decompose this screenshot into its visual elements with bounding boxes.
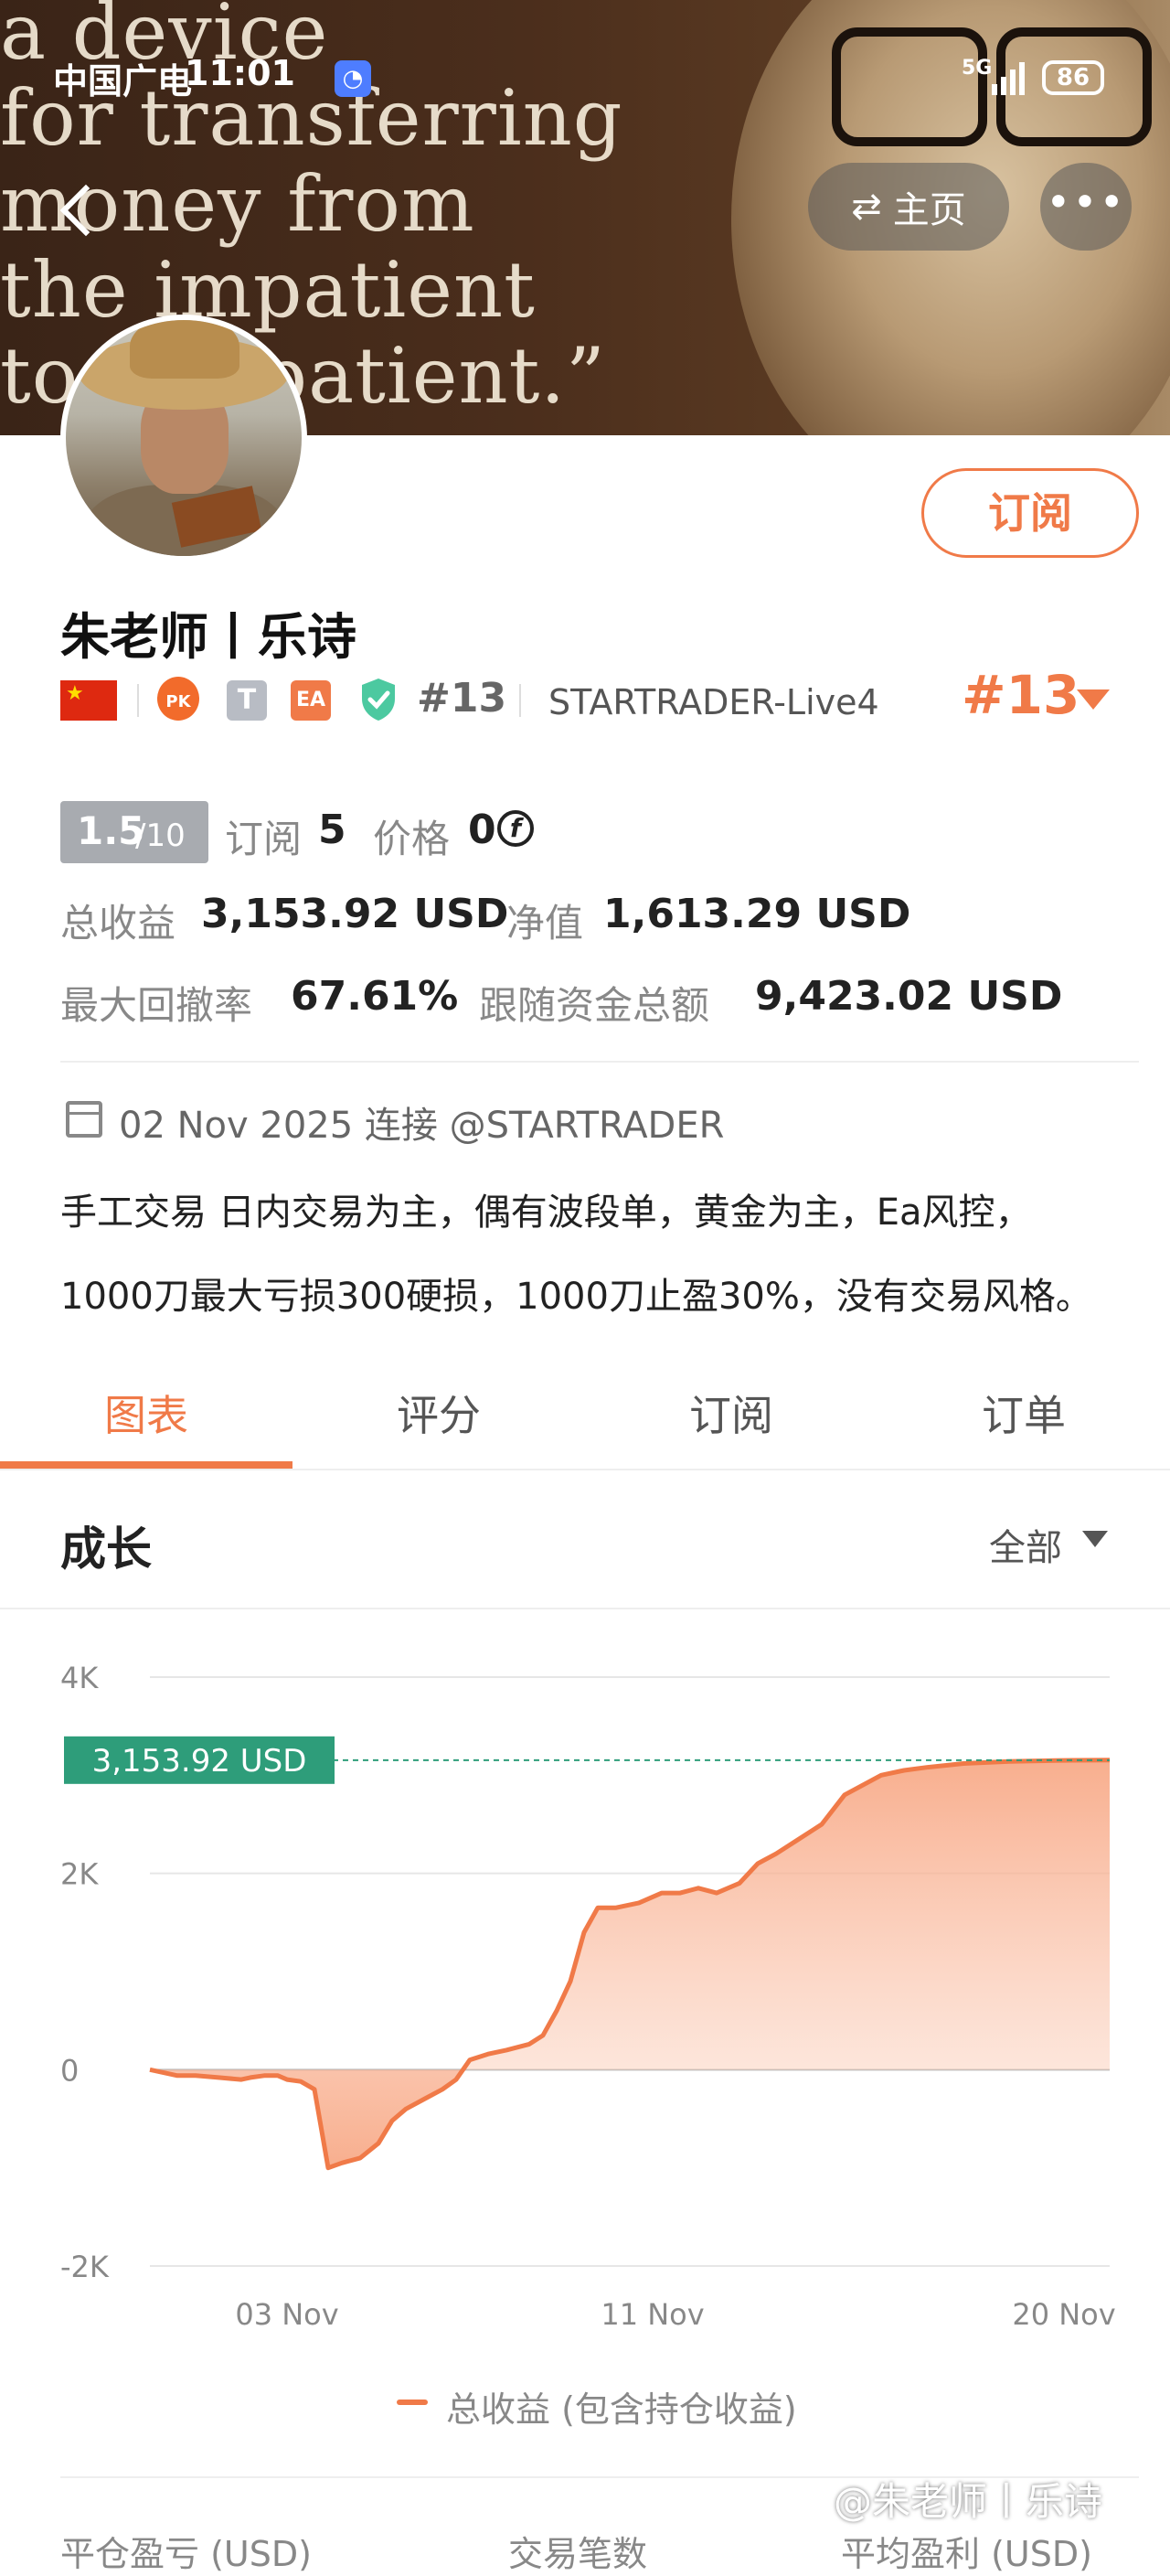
legend-label: 总收益 (包含持仓收益) — [446, 2389, 797, 2430]
strategy-description: 手工交易 日内交易为主，偶有波段单，黄金为主，Ea风控，1000刀最大亏损300… — [60, 1192, 1092, 1318]
more-button[interactable]: ••• — [1040, 163, 1132, 251]
total-profit-value: 3,153.92 USD — [201, 891, 509, 937]
subscribe-count-label: 订阅 — [225, 817, 303, 861]
y-tick-label: 2K — [60, 1857, 99, 1892]
subscribe-button[interactable]: 订阅 — [921, 468, 1139, 558]
shield-icon[interactable] — [358, 677, 399, 722]
score-max: /10 — [135, 818, 186, 854]
notification-app-icon: ◔ — [335, 60, 371, 97]
calendar-icon — [66, 1101, 102, 1138]
y-tick-label: -2K — [60, 2250, 110, 2284]
rank-small: #13 — [417, 675, 507, 721]
broker-label: STARTRADER-Live4 — [548, 682, 879, 722]
area-fill-positive — [150, 1759, 1110, 2070]
battery-icon: 86 — [1042, 60, 1104, 95]
avatar-hat-top — [130, 320, 239, 379]
trade-count-label: 交易笔数 — [508, 2534, 648, 2574]
price-label: 价格 — [373, 817, 451, 861]
equity-label: 净值 — [506, 901, 584, 946]
status-carrier: 中国广电 — [53, 61, 193, 102]
y-tick-label: 0 — [60, 2053, 79, 2088]
divider — [60, 1061, 1139, 1063]
t-badge[interactable]: T — [227, 680, 267, 721]
watermark: @朱老师丨乐诗 — [834, 2479, 1103, 2524]
signal-icon — [992, 60, 1025, 95]
subscribe-count: 5 — [318, 807, 346, 853]
price-value: 0 — [468, 807, 496, 853]
x-tick-label: 20 Nov — [1012, 2297, 1115, 2332]
ea-badge[interactable]: EA — [291, 680, 331, 721]
triangle-down-icon[interactable] — [1082, 1531, 1108, 1547]
legend-swatch — [397, 2400, 428, 2405]
tab-orders[interactable]: 订单 — [878, 1383, 1170, 1443]
tab-subscriptions[interactable]: 订阅 — [585, 1383, 878, 1443]
growth-title: 成长 — [60, 1523, 152, 1576]
x-tick-label: 03 Nov — [235, 2297, 338, 2332]
swap-icon: ⇄ — [851, 186, 882, 228]
rank-indicator[interactable]: #13 — [962, 664, 1080, 726]
badge-divider — [519, 684, 521, 717]
follow-funds-value: 9,423.02 USD — [755, 973, 1063, 1020]
coin-icon: f — [497, 810, 534, 847]
avatar[interactable] — [60, 315, 307, 561]
glasses-left — [832, 27, 987, 146]
growth-chart[interactable]: 4K 2K 0 -2K 03 Nov 11 Nov 20 Nov 3,153.92 USD — [0, 1609, 1170, 2378]
follow-funds-label: 跟随资金总额 — [479, 983, 710, 1028]
active-tab-indicator — [0, 1461, 292, 1469]
y-tick-label: 4K — [60, 1661, 99, 1695]
back-button[interactable] — [37, 165, 124, 252]
home-button[interactable]: ⇄ 主页 — [808, 163, 1009, 251]
status-time: 11:01 — [185, 53, 295, 93]
divider — [0, 1469, 1170, 1470]
closed-pl-label: 平仓盈亏 (USD) — [60, 2534, 312, 2574]
total-profit-label: 总收益 — [60, 901, 176, 946]
network-type: 5G — [962, 57, 993, 80]
triangle-down-icon[interactable] — [1077, 689, 1110, 710]
x-tick-label: 11 Nov — [601, 2297, 704, 2332]
china-flag-icon — [60, 680, 117, 721]
connection-info: 02 Nov 2025 连接 @STARTRADER — [119, 1105, 725, 1147]
max-drawdown-label: 最大回撤率 — [60, 983, 253, 1028]
tab-rating[interactable]: 评分 — [292, 1383, 585, 1443]
current-value-label: 3,153.92 USD — [92, 1743, 307, 1780]
max-drawdown-value: 67.61% — [291, 973, 459, 1020]
tab-chart[interactable]: 图表 — [0, 1383, 292, 1443]
range-filter-dropdown[interactable]: 全部 — [989, 1518, 1062, 1571]
badge-divider — [137, 684, 139, 717]
equity-value: 1,613.29 USD — [603, 891, 911, 937]
profile-name: 朱老师丨乐诗 — [60, 608, 356, 666]
avg-profit-label: 平均盈利 (USD) — [841, 2534, 1092, 2574]
home-button-label: 主页 — [892, 189, 966, 231]
pk-badge[interactable]: PK — [157, 677, 199, 721]
